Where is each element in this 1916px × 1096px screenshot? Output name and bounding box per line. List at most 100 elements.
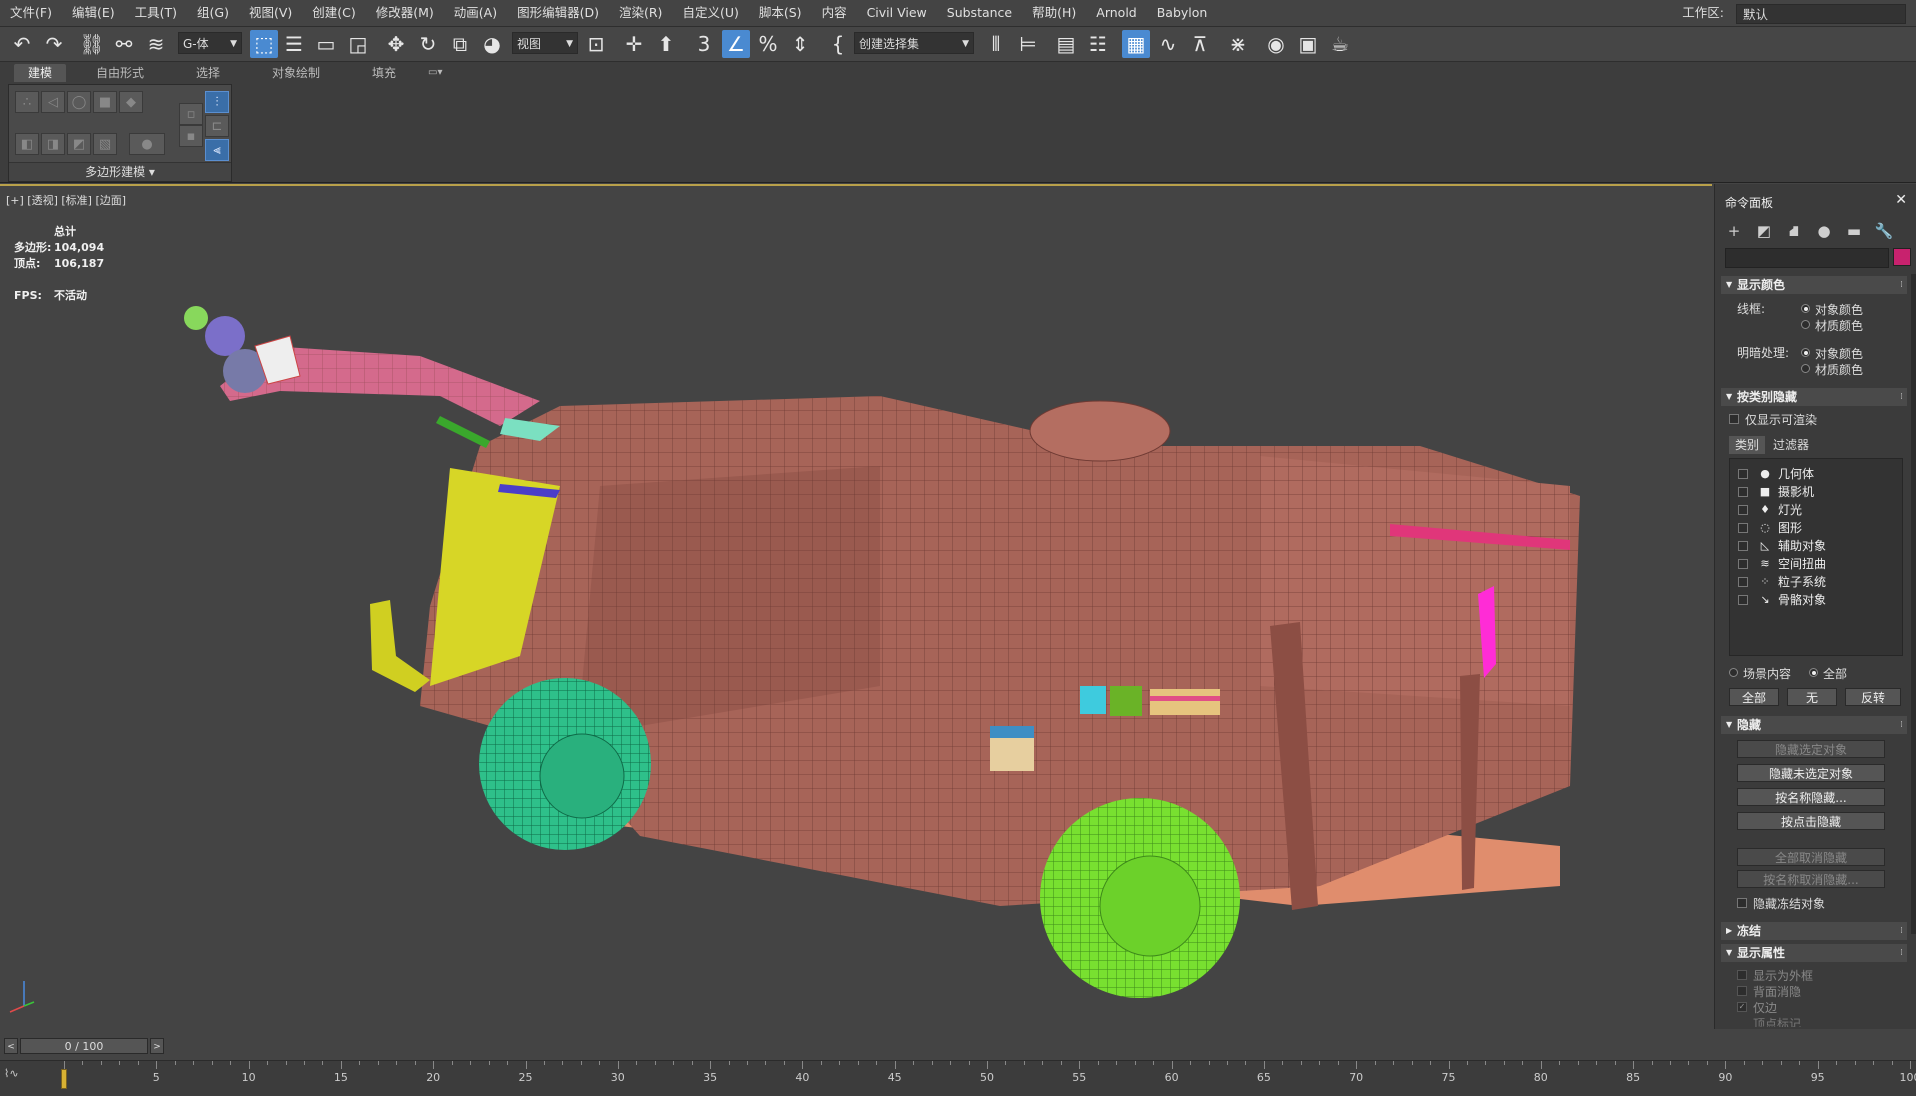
shaded-material-radio[interactable] (1801, 364, 1810, 373)
menu-item[interactable]: 组(G) (187, 0, 239, 26)
place-icon[interactable]: ◕ (478, 30, 506, 58)
menu-item[interactable]: Civil View (857, 0, 937, 26)
percent-snap-icon[interactable]: % (754, 30, 782, 58)
menu-item[interactable]: 文件(F) (0, 0, 62, 26)
motion-tab-icon[interactable]: ● (1811, 220, 1837, 242)
reference-coord-select[interactable]: 视图▼ (512, 32, 578, 54)
menu-item[interactable]: 创建(C) (302, 0, 365, 26)
edge-icon[interactable]: ◁ (41, 91, 65, 113)
rollout-display-properties[interactable]: ▼显示属性⁞ (1721, 944, 1907, 962)
hierarchy-tab-icon[interactable]: ⛘ (1781, 220, 1807, 242)
ribbon-tab-object-paint[interactable]: 对象绘制 (272, 64, 320, 82)
category-list-item[interactable]: ■摄影机 (1730, 483, 1902, 501)
ribbon-toggle-icon[interactable]: ▦ (1122, 30, 1150, 58)
menu-item[interactable]: 渲染(R) (609, 0, 672, 26)
category-list-item[interactable]: ◺辅助对象 (1730, 537, 1902, 555)
rollout-freeze[interactable]: ▶冻结⁞ (1721, 922, 1907, 940)
category-checkbox[interactable] (1738, 505, 1748, 515)
time-slider-handle[interactable] (61, 1069, 67, 1089)
select-none-button[interactable]: 无 (1787, 688, 1837, 706)
convert-poly-icon[interactable]: ◩ (67, 133, 91, 155)
category-list-item[interactable]: ≋空间扭曲 (1730, 555, 1902, 573)
workspace-selector[interactable]: 工作区: 默认 (1682, 0, 1906, 26)
collapse-stack-icon[interactable]: ◨ (41, 133, 65, 155)
menu-item[interactable]: 工具(T) (125, 0, 187, 26)
category-list-item[interactable]: ♦灯光 (1730, 501, 1902, 519)
align-view-icon[interactable]: ⫷ (205, 139, 229, 161)
menu-item[interactable]: Babylon (1147, 0, 1218, 26)
scale-icon[interactable]: ⧉ (446, 30, 474, 58)
renderable-only-checkbox[interactable] (1729, 414, 1739, 424)
close-icon[interactable]: ✕ (1895, 192, 1907, 208)
window-crossing-icon[interactable]: ◲ (344, 30, 372, 58)
angle-snap-icon[interactable]: ∠ (722, 30, 750, 58)
rollout-hide[interactable]: ▼隐藏⁞ (1721, 716, 1907, 734)
workspace-dropdown[interactable]: 默认 (1736, 4, 1906, 24)
ribbon-tab-selection[interactable]: 选择 (196, 64, 220, 82)
named-selection-select[interactable]: 创建选择集▼ (854, 32, 974, 54)
align-icon[interactable]: ⊨ (1014, 30, 1042, 58)
object-name-field[interactable] (1725, 248, 1889, 268)
redo-icon[interactable]: ↷ (40, 30, 68, 58)
select-object-icon[interactable]: ⬚ (250, 30, 278, 58)
wireframe-material-radio[interactable] (1801, 320, 1810, 329)
ribbon-tab-freeform[interactable]: 自由形式 (96, 64, 144, 82)
prev-frame-icon[interactable]: < (4, 1038, 18, 1054)
menu-item[interactable]: Arnold (1086, 0, 1146, 26)
keyboard-shortcut-icon[interactable]: ⬆ (652, 30, 680, 58)
polygon-icon[interactable]: ■ (93, 91, 117, 113)
category-checkbox[interactable] (1738, 487, 1748, 497)
select-by-name-icon[interactable]: ☰ (280, 30, 308, 58)
undo-icon[interactable]: ↶ (8, 30, 36, 58)
spinner-snap-icon[interactable]: ⇕ (786, 30, 814, 58)
category-checkbox[interactable] (1738, 541, 1748, 551)
generate-topology-icon[interactable]: ▧ (93, 133, 117, 155)
create-tab-icon[interactable]: + (1721, 220, 1747, 242)
scope-scene-radio[interactable] (1729, 668, 1738, 677)
menu-item[interactable]: 编辑(E) (62, 0, 125, 26)
menu-item[interactable]: 动画(A) (444, 0, 507, 26)
category-list-item[interactable]: ⁘粒子系统 (1730, 573, 1902, 591)
hide-unselected-button[interactable]: 隐藏未选定对象 (1737, 764, 1885, 782)
next-frame-icon[interactable]: > (150, 1038, 164, 1054)
menu-item[interactable]: 修改器(M) (366, 0, 444, 26)
hide-selected-button[interactable]: 隐藏选定对象 (1737, 740, 1885, 758)
schematic-view-icon[interactable]: ⋇ (1224, 30, 1252, 58)
toggle-command-panel-icon[interactable]: ● (129, 133, 165, 155)
hide-by-name-button[interactable]: 按名称隐藏... (1737, 788, 1885, 806)
command-panel-scrollbar[interactable] (1911, 274, 1916, 934)
wireframe-object-radio[interactable] (1801, 304, 1810, 313)
category-list-item[interactable]: ↘骨骼对象 (1730, 591, 1902, 609)
preserve-uv-icon[interactable]: ▫ (179, 103, 203, 125)
vertex-icon[interactable]: ∴ (15, 91, 39, 113)
menu-item[interactable]: Substance (937, 0, 1022, 26)
shaded-object-radio[interactable] (1801, 348, 1810, 357)
bind-space-warp-icon[interactable]: ≋ (142, 30, 170, 58)
repeat-last-icon[interactable]: ▪ (179, 125, 203, 147)
display-as-box-checkbox[interactable] (1737, 970, 1747, 980)
dope-sheet-icon[interactable]: ⊼ (1186, 30, 1214, 58)
scene-explorer-icon[interactable]: ▤ (1052, 30, 1080, 58)
unhide-all-button[interactable]: 全部取消隐藏 (1737, 848, 1885, 866)
rollout-display-color[interactable]: ▼显示颜色⁞ (1721, 276, 1907, 294)
move-icon[interactable]: ✥ (382, 30, 410, 58)
menu-item[interactable]: 自定义(U) (672, 0, 748, 26)
border-icon[interactable]: ◯ (67, 91, 91, 113)
perspective-viewport[interactable]: [+] [透视] [标准] [边面] 总计 多边形:104,094 顶点:106… (0, 184, 1712, 1033)
tab-category[interactable]: 类别 (1729, 436, 1765, 454)
hide-frozen-checkbox[interactable] (1737, 898, 1747, 908)
material-editor-icon[interactable]: ◉ (1262, 30, 1290, 58)
quick-slice-icon[interactable]: ⫶ (205, 91, 229, 113)
menu-item[interactable]: 内容 (812, 0, 857, 26)
category-list-item[interactable]: ●几何体 (1730, 465, 1902, 483)
edit-poly-icon[interactable]: ◧ (15, 133, 39, 155)
ribbon-tab-populate[interactable]: 填充 (372, 64, 396, 82)
element-icon[interactable]: ◆ (119, 91, 143, 113)
frame-indicator[interactable]: < 0 / 100 > (4, 1038, 164, 1054)
rect-selection-icon[interactable]: ▭ (312, 30, 340, 58)
select-manipulate-icon[interactable]: ✛ (620, 30, 648, 58)
category-checkbox[interactable] (1738, 469, 1748, 479)
object-color-swatch[interactable] (1893, 248, 1911, 266)
invert-button[interactable]: 反转 (1845, 688, 1901, 706)
curve-editor-icon[interactable]: ∿ (1154, 30, 1182, 58)
